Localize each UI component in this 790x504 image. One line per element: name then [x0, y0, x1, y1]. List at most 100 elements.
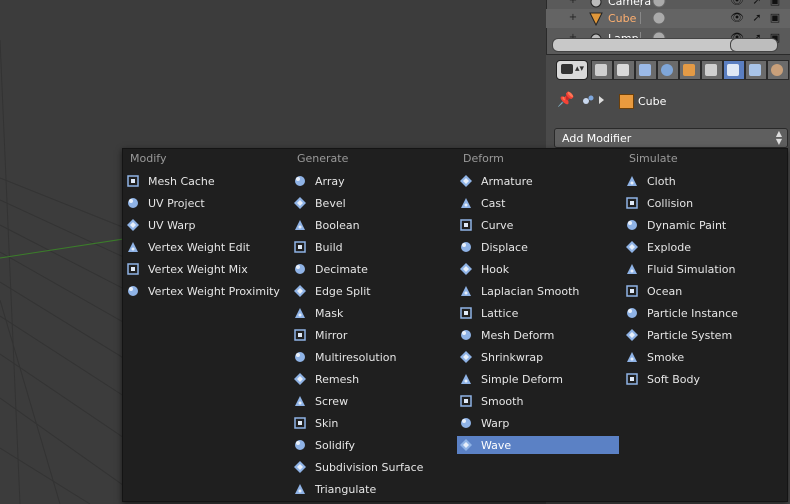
properties-tab-render[interactable] — [591, 60, 613, 80]
menu-item-decimate[interactable]: Decimate — [291, 260, 453, 278]
menu-item-hook[interactable]: Hook — [457, 260, 619, 278]
menu-item-mesh-deform[interactable]: Mesh Deform — [457, 326, 619, 344]
menu-item-array[interactable]: Array — [291, 172, 453, 190]
wave-icon — [459, 438, 473, 452]
mesh-deform-icon — [459, 328, 473, 342]
menu-item-shrinkwrap[interactable]: Shrinkwrap — [457, 348, 619, 366]
camera-render-icon[interactable]: ▣ — [768, 11, 782, 25]
add-modifier-dropdown[interactable]: Add Modifier ▲ ▼ — [554, 128, 788, 148]
menu-item-smooth[interactable]: Smooth — [457, 392, 619, 410]
menu-item-dynamic-paint[interactable]: Dynamic Paint — [623, 216, 785, 234]
menu-item-label: Mask — [315, 307, 344, 320]
menu-item-vertex-weight-edit[interactable]: Vertex Weight Edit — [124, 238, 286, 256]
menu-item-label: Vertex Weight Mix — [148, 263, 248, 276]
menu-item-label: Simple Deform — [481, 373, 563, 386]
menu-item-solidify[interactable]: Solidify — [291, 436, 453, 454]
menu-item-warp[interactable]: Warp — [457, 414, 619, 432]
outliner-scrollbar-right[interactable] — [730, 38, 778, 52]
menu-item-label: Build — [315, 241, 343, 254]
menu-item-subdivision-surface[interactable]: Subdivision Surface — [291, 458, 453, 476]
menu-item-simple-deform[interactable]: Simple Deform — [457, 370, 619, 388]
soft-body-icon — [625, 372, 639, 386]
menu-item-lattice[interactable]: Lattice — [457, 304, 619, 322]
menu-item-fluid-simulation[interactable]: Fluid Simulation — [623, 260, 785, 278]
menu-item-uv-warp[interactable]: UV Warp — [124, 216, 286, 234]
menu-item-vertex-weight-proximity[interactable]: Vertex Weight Proximity — [124, 282, 286, 300]
outliner-row[interactable]: + Cube 👁 ➚ ▣ — [546, 9, 790, 28]
menu-item-skin[interactable]: Skin — [291, 414, 453, 432]
material-slot-icon[interactable] — [652, 0, 666, 8]
menu-item-particle-system[interactable]: Particle System — [623, 326, 785, 344]
object-data-icon — [582, 94, 594, 106]
expand-icon[interactable]: + — [568, 0, 578, 6]
menu-item-label: Smoke — [647, 351, 685, 364]
menu-item-triangulate[interactable]: Triangulate — [291, 480, 453, 498]
menu-item-wave[interactable]: Wave — [457, 436, 619, 454]
menu-item-smoke[interactable]: Smoke — [623, 348, 785, 366]
menu-item-label: Fluid Simulation — [647, 263, 736, 276]
menu-item-vertex-weight-mix[interactable]: Vertex Weight Mix — [124, 260, 286, 278]
menu-item-edge-split[interactable]: Edge Split — [291, 282, 453, 300]
menu-item-laplacian-smooth[interactable]: Laplacian Smooth — [457, 282, 619, 300]
menu-item-label: Mesh Deform — [481, 329, 555, 342]
menu-item-label: Laplacian Smooth — [481, 285, 580, 298]
menu-item-soft-body[interactable]: Soft Body — [623, 370, 785, 388]
properties-tab-scene[interactable] — [635, 60, 657, 80]
material-slot-icon[interactable] — [652, 11, 666, 25]
menu-item-boolean[interactable]: Boolean — [291, 216, 453, 234]
cursor-icon[interactable]: ➚ — [750, 11, 764, 25]
menu-item-mesh-cache[interactable]: Mesh Cache — [124, 172, 286, 190]
menu-item-mask[interactable]: Mask — [291, 304, 453, 322]
menu-item-cast[interactable]: Cast — [457, 194, 619, 212]
menu-item-uv-project[interactable]: UV Project — [124, 194, 286, 212]
properties-tab-layers[interactable] — [613, 60, 635, 80]
menu-item-build[interactable]: Build — [291, 238, 453, 256]
menu-item-cloth[interactable]: Cloth — [623, 172, 785, 190]
menu-item-label: Screw — [315, 395, 349, 408]
displace-icon — [459, 240, 473, 254]
camera-render-icon[interactable]: ▣ — [768, 0, 782, 8]
properties-tab-modifiers[interactable] — [723, 60, 745, 80]
menu-item-collision[interactable]: Collision — [623, 194, 785, 212]
lattice-icon — [459, 306, 473, 320]
pin-icon[interactable]: 📌 — [557, 93, 574, 107]
menu-item-explode[interactable]: Explode — [623, 238, 785, 256]
mesh-cone-icon — [588, 11, 604, 27]
build-icon — [293, 240, 307, 254]
menu-item-curve[interactable]: Curve — [457, 216, 619, 234]
editor-type-selector[interactable]: ▴▾ — [556, 60, 588, 80]
menu-item-label: Triangulate — [315, 483, 377, 496]
shrinkwrap-icon — [459, 350, 473, 364]
properties-tab-data[interactable] — [745, 60, 767, 80]
triangulate-icon — [293, 482, 307, 496]
eye-icon[interactable]: 👁 — [730, 11, 744, 25]
menu-item-displace[interactable]: Displace — [457, 238, 619, 256]
properties-tab-object[interactable] — [679, 60, 701, 80]
armature-icon — [459, 174, 473, 188]
menu-item-particle-instance[interactable]: Particle Instance — [623, 304, 785, 322]
eye-icon[interactable]: 👁 — [730, 0, 744, 8]
collision-icon — [625, 196, 639, 210]
menu-item-label: Particle Instance — [647, 307, 738, 320]
menu-column-heading: Generate — [297, 152, 349, 165]
ocean-icon — [625, 284, 639, 298]
expand-icon[interactable]: + — [568, 13, 578, 23]
menu-item-screw[interactable]: Screw — [291, 392, 453, 410]
properties-tab-constraints[interactable] — [701, 60, 723, 80]
menu-item-armature[interactable]: Armature — [457, 172, 619, 190]
bevel-icon — [293, 196, 307, 210]
mesh-cache-icon — [126, 174, 140, 188]
menu-item-remesh[interactable]: Remesh — [291, 370, 453, 388]
menu-item-mirror[interactable]: Mirror — [291, 326, 453, 344]
cloth-icon — [625, 174, 639, 188]
properties-tab-material[interactable] — [767, 60, 789, 80]
menu-item-label: Vertex Weight Edit — [148, 241, 250, 254]
cursor-icon[interactable]: ➚ — [750, 0, 764, 8]
menu-item-bevel[interactable]: Bevel — [291, 194, 453, 212]
particle-instance-icon — [625, 306, 639, 320]
menu-item-multiresolution[interactable]: Multiresolution — [291, 348, 453, 366]
properties-tab-world[interactable] — [657, 60, 679, 80]
menu-item-label: Vertex Weight Proximity — [148, 285, 280, 298]
menu-item-ocean[interactable]: Ocean — [623, 282, 785, 300]
breadcrumb-arrow-icon — [599, 96, 604, 104]
